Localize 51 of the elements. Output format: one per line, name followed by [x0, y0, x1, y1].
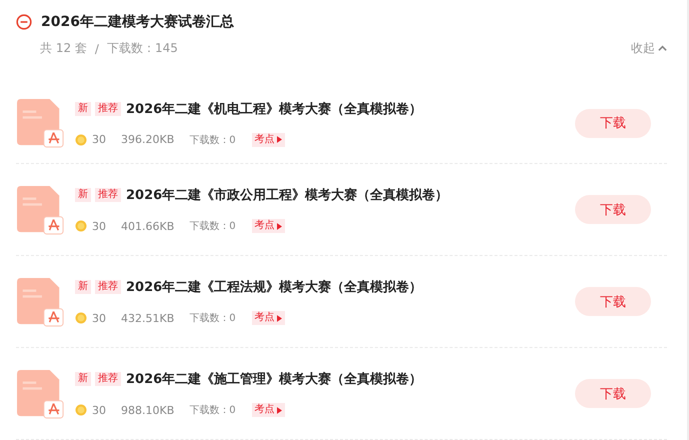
- coin-icon: [75, 404, 87, 416]
- topic-badge[interactable]: 考点: [252, 132, 285, 146]
- file-tag: 推荐: [95, 372, 121, 386]
- pdf-file-icon: [17, 98, 65, 148]
- coin-cost: 30: [92, 220, 106, 232]
- file-downloads: 下载数：0: [189, 220, 236, 233]
- play-icon: [276, 222, 282, 230]
- file-size: 401.66KB: [121, 220, 174, 232]
- file-title[interactable]: 2026年二建《工程法规》模考大赛（全真模拟卷）: [126, 278, 422, 296]
- file-tag: 新: [75, 280, 91, 294]
- chevron-up-icon: [658, 44, 667, 53]
- file-tag: 推荐: [95, 188, 121, 202]
- topic-badge[interactable]: 考点: [252, 311, 285, 325]
- download-button[interactable]: 下载: [575, 287, 651, 316]
- coin-icon: [75, 134, 87, 146]
- coin-cost: 30: [92, 133, 106, 146]
- download-button[interactable]: 下载: [575, 195, 651, 224]
- file-size: 396.20KB: [121, 133, 174, 146]
- pdf-file-icon: [17, 276, 65, 326]
- file-title[interactable]: 2026年二建《市政公用工程》模考大赛（全真模拟卷）: [126, 186, 448, 204]
- coin-icon: [75, 220, 87, 232]
- pdf-file-icon: [17, 368, 65, 418]
- topic-badge[interactable]: 考点: [252, 403, 285, 417]
- play-icon: [276, 314, 282, 322]
- file-downloads: 下载数：0: [189, 134, 236, 146]
- separator: /: [94, 42, 99, 56]
- coin-icon: [75, 312, 87, 324]
- file-tag: 新: [75, 102, 91, 116]
- file-tag: 新: [75, 372, 91, 386]
- file-size: 988.10KB: [121, 404, 174, 416]
- download-count: 下载数：145: [106, 40, 178, 57]
- coin-cost: 30: [92, 312, 106, 324]
- collapse-icon[interactable]: [16, 14, 32, 30]
- collapse-button[interactable]: 收起: [631, 40, 667, 57]
- download-button[interactable]: 下载: [575, 379, 651, 408]
- file-size: 432.51KB: [121, 312, 174, 324]
- file-title[interactable]: 2026年二建《施工管理》模考大赛（全真模拟卷）: [126, 370, 422, 388]
- set-count: 共 12 套: [40, 40, 87, 57]
- download-button[interactable]: 下载: [575, 108, 651, 138]
- section-title: 2026年二建模考大赛试卷汇总: [41, 13, 234, 31]
- file-title[interactable]: 2026年二建《机电工程》模考大赛（全真模拟卷）: [126, 100, 422, 118]
- topic-badge[interactable]: 考点: [252, 219, 285, 233]
- file-downloads: 下载数：0: [189, 312, 236, 325]
- file-tag: 新: [75, 188, 91, 202]
- file-tag: 推荐: [95, 280, 121, 294]
- pdf-file-icon: [17, 184, 65, 234]
- file-downloads: 下载数：0: [189, 404, 236, 417]
- play-icon: [276, 406, 282, 414]
- coin-cost: 30: [92, 404, 106, 416]
- play-icon: [276, 136, 282, 143]
- file-tag: 推荐: [95, 102, 121, 116]
